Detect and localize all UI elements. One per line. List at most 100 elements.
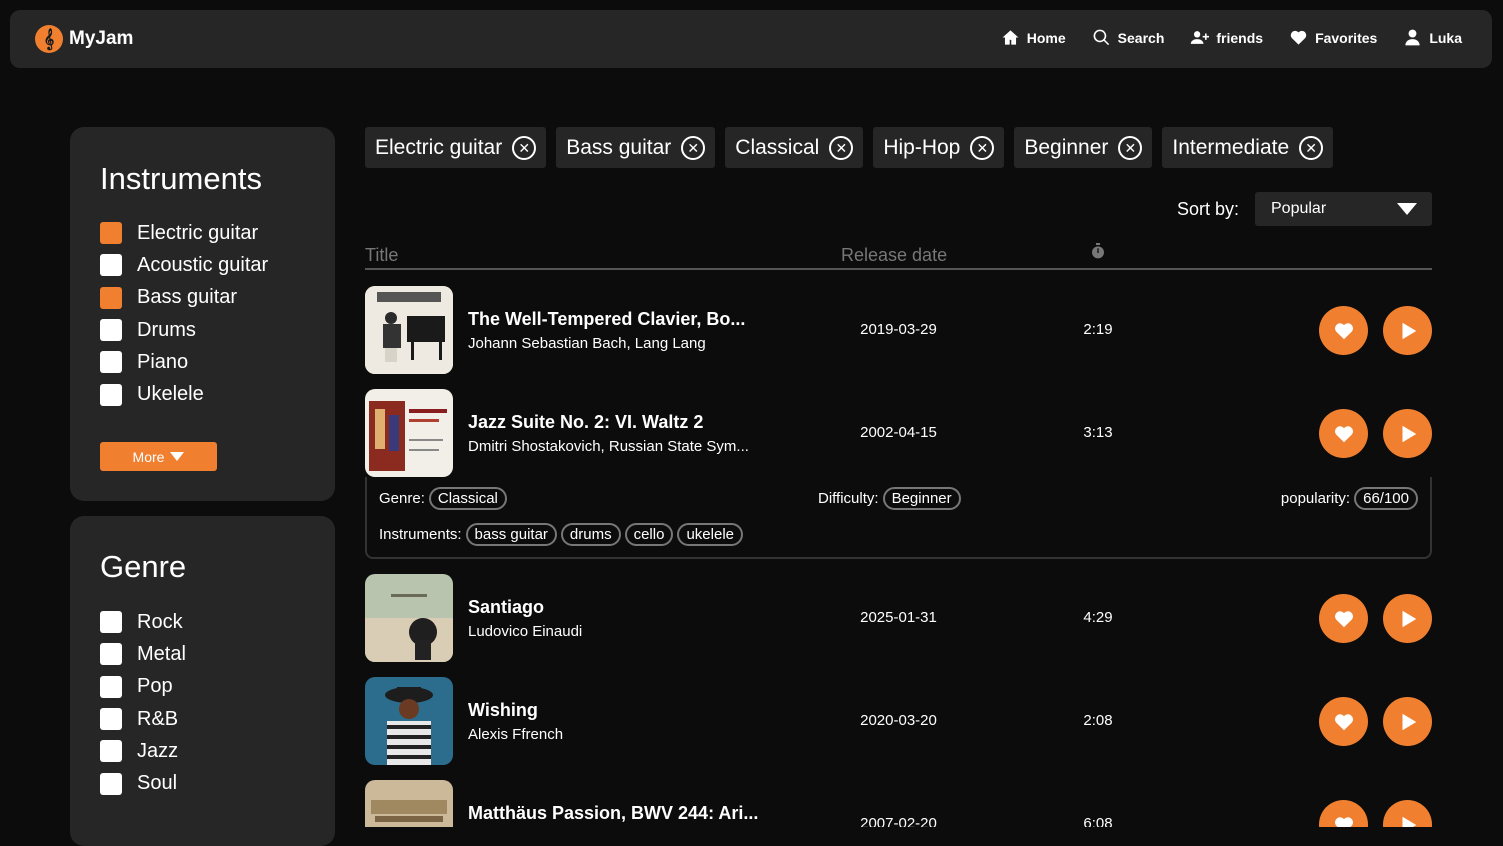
sort-value: Popular xyxy=(1271,200,1327,217)
remove-filter-icon[interactable]: ✕ xyxy=(512,135,537,160)
instruments-detail: Instruments: bass guitar drums cello uke… xyxy=(379,523,743,546)
checkbox-label: Metal xyxy=(137,642,186,665)
checkbox[interactable] xyxy=(100,286,122,309)
song-title[interactable]: Matthäus Passion, BWV 244: Ari... xyxy=(468,803,758,824)
remove-filter-icon[interactable]: ✕ xyxy=(681,135,706,160)
checkbox-piano[interactable]: Piano xyxy=(100,346,268,378)
checkbox[interactable] xyxy=(100,772,122,795)
filter-chip: Classical ✕ xyxy=(725,127,864,168)
user-icon xyxy=(1405,29,1420,46)
nav-favorites[interactable]: Favorites xyxy=(1289,28,1377,47)
instruments-panel: Instruments Electric guitar Acoustic gui… xyxy=(70,127,335,501)
more-instruments-button[interactable]: More xyxy=(100,442,217,471)
song-row[interactable]: The Well-Tempered Clavier, Bo... Johann … xyxy=(365,286,1432,374)
instrument-pill[interactable]: cello xyxy=(624,523,674,546)
nav-search[interactable]: Search xyxy=(1092,28,1164,47)
favorite-button[interactable] xyxy=(1319,697,1368,746)
song-artist[interactable]: Alexis Ffrench xyxy=(468,726,563,743)
checkbox-label: Ukelele xyxy=(137,383,204,406)
checkbox[interactable] xyxy=(100,319,122,342)
play-icon xyxy=(1402,610,1416,627)
checkbox-electric-guitar[interactable]: Electric guitar xyxy=(100,217,268,249)
song-artist[interactable]: Ludovico Einaudi xyxy=(468,623,582,640)
song-row[interactable]: Santiago Ludovico Einaudi 2025-01-31 4:2… xyxy=(365,574,1432,662)
remove-filter-icon[interactable]: ✕ xyxy=(1118,135,1143,160)
nav-home[interactable]: Home xyxy=(1001,28,1066,47)
heart-icon xyxy=(1334,322,1353,339)
filter-chip-label: Classical xyxy=(735,135,820,159)
checkbox-soul[interactable]: Soul xyxy=(100,767,186,799)
play-icon xyxy=(1402,713,1416,730)
release-date: 2020-03-20 xyxy=(860,712,937,729)
song-row[interactable]: Jazz Suite No. 2: VI. Waltz 2 Dmitri Sho… xyxy=(365,389,1432,477)
heart-icon xyxy=(1334,713,1353,730)
heart-icon xyxy=(1334,425,1353,442)
remove-filter-icon[interactable]: ✕ xyxy=(1299,135,1324,160)
instrument-pill[interactable]: ukelele xyxy=(677,523,743,546)
checkbox[interactable] xyxy=(100,643,122,666)
difficulty-pill[interactable]: Beginner xyxy=(882,487,961,510)
checkbox[interactable] xyxy=(100,383,122,406)
song-row[interactable]: Wishing Alexis Ffrench 2020-03-20 2:08 xyxy=(365,677,1432,765)
search-icon xyxy=(1093,29,1109,46)
song-title[interactable]: The Well-Tempered Clavier, Bo... xyxy=(468,309,745,330)
app-name: MyJam xyxy=(69,28,134,49)
remove-filter-icon[interactable]: ✕ xyxy=(829,135,854,160)
release-date: 2019-03-29 xyxy=(860,321,937,338)
checkbox-label: Rock xyxy=(137,610,183,633)
song-title[interactable]: Jazz Suite No. 2: VI. Waltz 2 xyxy=(468,412,703,433)
checkbox-jazz[interactable]: Jazz xyxy=(100,735,186,767)
checkbox[interactable] xyxy=(100,675,122,698)
song-artist[interactable]: Dmitri Shostakovich, Russian State Sym..… xyxy=(468,438,749,455)
song-artist[interactable]: Johann Sebastian Bach, Lang Lang xyxy=(468,335,706,352)
checkbox[interactable] xyxy=(100,708,122,731)
play-button[interactable] xyxy=(1383,409,1432,458)
play-button[interactable] xyxy=(1383,800,1432,827)
checkbox-acoustic-guitar[interactable]: Acoustic guitar xyxy=(100,249,268,281)
nav-friends[interactable]: friends xyxy=(1190,28,1263,47)
checkbox[interactable] xyxy=(100,351,122,374)
song-title[interactable]: Wishing xyxy=(468,700,538,721)
filter-chip: Electric guitar ✕ xyxy=(365,127,547,168)
checkbox-ukelele[interactable]: Ukelele xyxy=(100,378,268,410)
checkbox[interactable] xyxy=(100,222,122,245)
stopwatch-icon[interactable] xyxy=(1090,243,1106,259)
filter-chip: Bass guitar ✕ xyxy=(556,127,716,168)
play-button[interactable] xyxy=(1383,697,1432,746)
main-nav: Home Search friends Favorites Luka xyxy=(1001,28,1462,47)
popularity-pill: 66/100 xyxy=(1354,487,1418,510)
favorite-button[interactable] xyxy=(1319,409,1368,458)
column-release-date[interactable]: Release date xyxy=(841,245,947,266)
song-title[interactable]: Santiago xyxy=(468,597,544,618)
checkbox-drums[interactable]: Drums xyxy=(100,314,268,346)
play-button[interactable] xyxy=(1383,594,1432,643)
instrument-pill[interactable]: drums xyxy=(560,523,621,546)
favorite-button[interactable] xyxy=(1319,594,1368,643)
checkbox[interactable] xyxy=(100,254,122,277)
checkbox-metal[interactable]: Metal xyxy=(100,638,186,670)
favorite-button[interactable] xyxy=(1319,800,1368,827)
play-button[interactable] xyxy=(1383,306,1432,355)
genre-pill[interactable]: Classical xyxy=(428,487,507,510)
home-icon xyxy=(1002,30,1019,45)
logo[interactable]: 𝄞 MyJam xyxy=(35,25,133,53)
column-title[interactable]: Title xyxy=(365,245,398,266)
sort-select[interactable]: Popular xyxy=(1255,192,1432,226)
nav-profile[interactable]: Luka xyxy=(1403,28,1462,47)
checkbox-pop[interactable]: Pop xyxy=(100,671,186,703)
remove-filter-icon[interactable]: ✕ xyxy=(970,135,995,160)
checkbox[interactable] xyxy=(100,740,122,763)
instrument-pill[interactable]: bass guitar xyxy=(465,523,557,546)
song-row[interactable]: Matthäus Passion, BWV 244: Ari... 2007-0… xyxy=(365,780,1432,827)
checkbox-rnb[interactable]: R&B xyxy=(100,703,186,735)
difficulty-detail: Difficulty: Beginner xyxy=(818,487,961,510)
heart-icon xyxy=(1290,30,1307,45)
active-filters: Electric guitar ✕ Bass guitar ✕ Classical ✕… xyxy=(365,127,1334,168)
duration: 2:08 xyxy=(1083,712,1113,729)
play-icon xyxy=(1402,816,1416,827)
filter-chip-label: Intermediate xyxy=(1172,135,1290,159)
favorite-button[interactable] xyxy=(1319,306,1368,355)
checkbox[interactable] xyxy=(100,611,122,634)
checkbox-bass-guitar[interactable]: Bass guitar xyxy=(100,282,268,314)
checkbox-rock[interactable]: Rock xyxy=(100,606,186,638)
